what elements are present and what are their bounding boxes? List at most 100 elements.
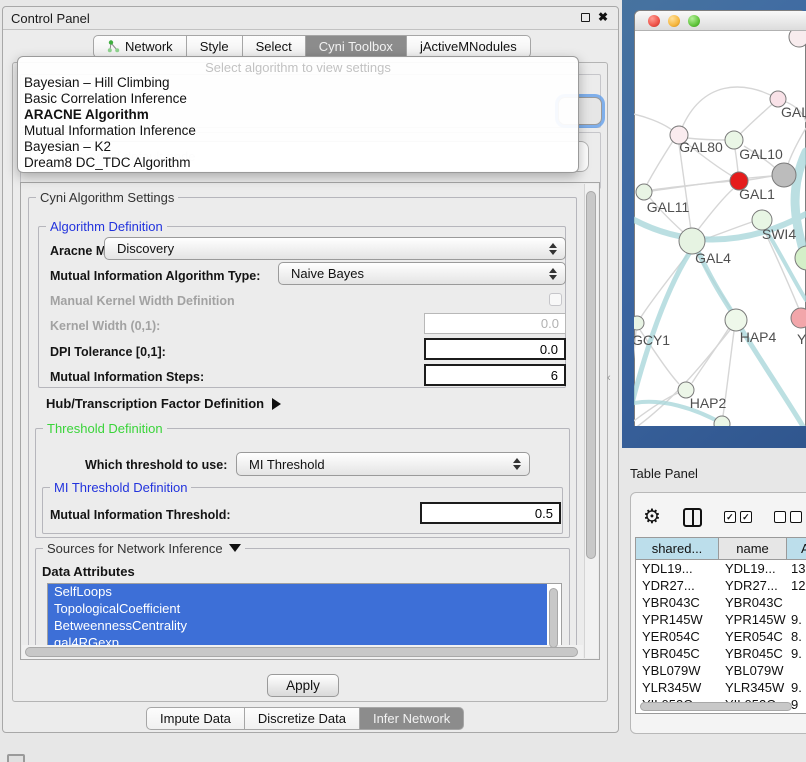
tab-infer-network[interactable]: Infer Network [360, 707, 464, 730]
table-cell: YPR145W [719, 611, 787, 628]
splitter-handle-icon[interactable]: ‹ [607, 372, 611, 384]
select-all-checkboxes-icon[interactable]: ✓✓ [724, 511, 752, 523]
dpi-tolerance-field[interactable]: 0.0 [424, 338, 566, 360]
data-attributes-list: SelfLoopsTopologicalCoefficientBetweenne… [47, 583, 562, 652]
algorithm-item[interactable]: Bayesian – K2 [18, 139, 578, 155]
table-cell: YBR043C [719, 594, 787, 611]
algorithm-item[interactable]: Bayesian – Hill Climbing [18, 75, 578, 91]
mi-steps-field[interactable]: 6 [424, 364, 566, 386]
table-cell: YDR27... [719, 577, 787, 594]
minimized-panel-icon[interactable] [7, 754, 25, 762]
algorithm-item[interactable]: Dream8 DC_TDC Algorithm [18, 155, 578, 171]
tab-style[interactable]: Style [187, 35, 243, 58]
node-label: HAP2 [690, 395, 727, 411]
network-canvas[interactable]: GAL2GAL80GAL10GAL1GAL11SWI4GAL4GCY1HAP4Y… [634, 31, 806, 426]
collapsed-arrow-icon [272, 398, 281, 410]
algorithm-item[interactable]: Mutual Information Inference [18, 123, 578, 139]
kernel-width-label: Kernel Width (0,1): [50, 319, 160, 333]
table-row[interactable]: YDR27...YDR27...12 [636, 577, 806, 594]
node-label: GAL80 [679, 139, 723, 155]
network-node[interactable] [795, 246, 806, 270]
table-panel-title: Table Panel [630, 466, 698, 481]
apply-button[interactable]: Apply [267, 674, 339, 697]
tab-cyni-toolbox[interactable]: Cyni Toolbox [306, 35, 407, 58]
expanded-arrow-icon [229, 544, 241, 552]
node-label: SWI4 [762, 226, 796, 242]
network-node-gal11[interactable] [636, 184, 652, 200]
table-cell: YPR145W [636, 611, 719, 628]
network-node-y[interactable] [791, 308, 806, 328]
mi-threshold-label: Mutual Information Threshold: [50, 508, 231, 522]
data-attributes-label: Data Attributes [42, 564, 135, 579]
attributes-list-scrollbar[interactable] [549, 588, 558, 648]
table-row[interactable]: YBR045CYBR045C9. [636, 645, 806, 662]
table-cell: 8. [787, 628, 806, 645]
tab-select[interactable]: Select [243, 35, 306, 58]
network-window-titlebar [635, 11, 806, 31]
mi-threshold-field[interactable]: 0.5 [420, 502, 561, 524]
table-hscroll-thumb[interactable] [640, 702, 792, 711]
stepper-arrows-icon [549, 268, 557, 280]
node-table: shared... name A YDL19...YDL19...13YDR27… [635, 537, 806, 714]
table-cell: YBR043C [636, 594, 719, 611]
table-cell: YBL079W [719, 662, 787, 679]
control-panel-title: Control Panel [11, 11, 90, 26]
close-traffic-light[interactable] [648, 15, 660, 27]
network-node-gcy1[interactable] [634, 316, 644, 330]
column-header-name[interactable]: name [719, 538, 787, 559]
deselect-all-checkboxes-icon[interactable] [774, 511, 802, 523]
settings-vscroll-thumb[interactable] [586, 191, 596, 559]
column-header-partial[interactable]: A [787, 538, 806, 559]
table-row[interactable]: YPR145WYPR145W9. [636, 611, 806, 628]
table-cell: YER054C [719, 628, 787, 645]
node-label: GCY1 [634, 332, 670, 348]
attribute-item[interactable]: TopologicalCoefficient [48, 601, 547, 618]
table-cell: 9. [787, 611, 806, 628]
settings-hscroll-thumb[interactable] [25, 647, 578, 657]
table-row[interactable]: YLR345WYLR345W9. [636, 679, 806, 696]
table-cell: 12 [787, 577, 806, 594]
tab-discretize-data[interactable]: Discretize Data [245, 707, 360, 730]
dropdown-placeholder: Select algorithm to view settings [18, 57, 578, 75]
control-panel-titlebar: Control Panel ✖ [3, 7, 618, 30]
tab-network[interactable]: Network [93, 35, 187, 58]
network-node-hap4[interactable] [725, 309, 747, 331]
tab-impute-data[interactable]: Impute Data [146, 707, 245, 730]
network-node[interactable] [772, 163, 796, 187]
table-row[interactable]: YER054CYER054C8. [636, 628, 806, 645]
table-row[interactable]: YDL19...YDL19...13 [636, 560, 806, 577]
network-node[interactable] [714, 416, 730, 426]
column-layout-icon[interactable] [683, 508, 702, 527]
gear-icon[interactable]: ⚙ [643, 507, 661, 527]
node-label: GAL11 [647, 199, 690, 215]
sources-group-title[interactable]: Sources for Network Inference [43, 541, 245, 556]
table-cell: YLR345W [636, 679, 719, 696]
network-node[interactable] [789, 31, 806, 47]
table-cell: YLR345W [719, 679, 787, 696]
zoom-traffic-light[interactable] [688, 15, 700, 27]
attribute-item[interactable]: SelfLoops [48, 584, 547, 601]
mi-algorithm-type-combo[interactable]: Naive Bayes [278, 262, 566, 285]
float-window-icon[interactable] [581, 13, 590, 22]
minimize-traffic-light[interactable] [668, 15, 680, 27]
control-panel-tabbar: Network Style Select Cyni Toolbox jActiv… [93, 35, 531, 58]
algorithm-item[interactable]: Basic Correlation Inference [18, 91, 578, 107]
bottom-tabbar: Impute Data Discretize Data Infer Networ… [146, 707, 464, 730]
algorithm-item[interactable]: ARACNE Algorithm [18, 107, 578, 123]
which-threshold-label: Which threshold to use: [85, 458, 227, 472]
close-icon[interactable]: ✖ [598, 11, 608, 23]
kernel-width-field[interactable]: 0.0 [424, 313, 566, 334]
attribute-item[interactable]: BetweennessCentrality [48, 618, 547, 635]
table-row[interactable]: YBL079WYBL079W [636, 662, 806, 679]
hub-tf-definition-toggle[interactable]: Hub/Transcription Factor Definition [46, 396, 281, 411]
algorithm-dropdown-popup: Select algorithm to view settings Bayesi… [17, 56, 579, 173]
threshold-definition-title: Threshold Definition [43, 421, 167, 436]
manual-kernel-width-checkbox[interactable] [549, 293, 562, 306]
tab-jactivemnodules[interactable]: jActiveMNodules [407, 35, 531, 58]
node-label: Y [797, 331, 806, 347]
column-header-shared-name[interactable]: shared... [636, 538, 719, 559]
table-row[interactable]: YBR043CYBR043C [636, 594, 806, 611]
aracne-mode-combo[interactable]: Discovery [104, 237, 566, 260]
cyni-algorithm-settings-title: Cyni Algorithm Settings [36, 190, 178, 205]
which-threshold-combo[interactable]: MI Threshold [236, 452, 530, 476]
